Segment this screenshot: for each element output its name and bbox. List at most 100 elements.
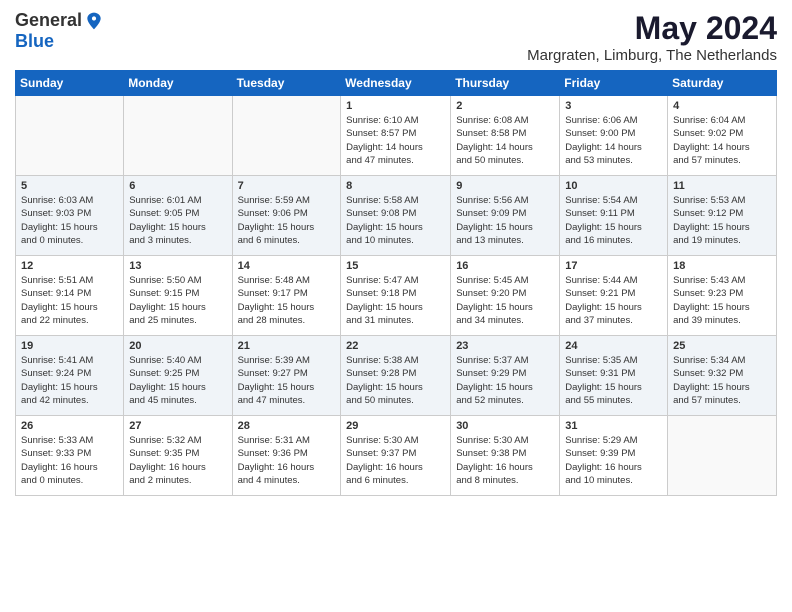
table-row: 11 Sunrise: 5:53 AMSunset: 9:12 PMDayligh… [668,176,777,256]
calendar-header-row: Sunday Monday Tuesday Wednesday Thursday… [16,71,777,96]
header-tuesday: Tuesday [232,71,341,96]
day-info: Sunrise: 5:37 AMSunset: 9:29 PMDaylight:… [456,354,554,407]
table-row: 17 Sunrise: 5:44 AMSunset: 9:21 PMDayligh… [560,256,668,336]
table-row: 9 Sunrise: 5:56 AMSunset: 9:09 PMDaylight… [451,176,560,256]
table-row: 8Sunrise: 5:58 AMSunset: 9:08 PMDaylight… [341,176,451,256]
table-row: 31Sunrise: 5:29 AMSunset: 9:39 PMDayligh… [560,416,668,496]
day-number: 26 [21,420,118,432]
day-info: Sunrise: 6:10 AMSunset: 8:57 PMDaylight:… [346,114,445,167]
day-number: 27 [129,420,226,432]
day-info: Sunrise: 6:08 AMSunset: 8:58 PMDaylight:… [456,114,554,167]
logo-blue: Blue [15,31,54,52]
table-row: 15Sunrise: 5:47 AMSunset: 9:18 PMDayligh… [341,256,451,336]
header-monday: Monday [124,71,232,96]
table-row: 12 Sunrise: 5:51 AMSunset: 9:14 PMDayligh… [16,256,124,336]
calendar-week-row: 5 Sunrise: 6:03 AMSunset: 9:03 PMDaylight… [16,176,777,256]
table-row: 20Sunrise: 5:40 AMSunset: 9:25 PMDayligh… [124,336,232,416]
day-info: Sunrise: 5:43 AMSunset: 9:23 PMDaylight:… [673,274,771,327]
table-row [124,96,232,176]
day-number: 13 [129,260,226,272]
day-number: 16 [456,260,554,272]
table-row: 23Sunrise: 5:37 AMSunset: 9:29 PMDayligh… [451,336,560,416]
day-info: Sunrise: 5:56 AMSunset: 9:09 PMDaylight:… [456,194,554,247]
table-row [16,96,124,176]
day-number: 14 [238,260,336,272]
month-year: May 2024 [527,10,777,47]
day-info: Sunrise: 6:03 AMSunset: 9:03 PMDaylight:… [21,194,118,247]
day-number: 19 [21,340,118,352]
table-row: 2 Sunrise: 6:08 AMSunset: 8:58 PMDaylight… [451,96,560,176]
table-row: 6 Sunrise: 6:01 AMSunset: 9:05 PMDaylight… [124,176,232,256]
table-row: 24 Sunrise: 5:35 AMSunset: 9:31 PMDayligh… [560,336,668,416]
day-info: Sunrise: 5:31 AMSunset: 9:36 PMDaylight:… [238,434,336,487]
day-info: Sunrise: 6:04 AMSunset: 9:02 PMDaylight:… [673,114,771,167]
day-info: Sunrise: 5:50 AMSunset: 9:15 PMDaylight:… [129,274,226,327]
calendar-page: General Blue May 2024 Margraten, Limburg… [0,0,792,511]
day-number: 12 [21,260,118,272]
day-number: 17 [565,260,662,272]
day-info: Sunrise: 5:44 AMSunset: 9:21 PMDaylight:… [565,274,662,327]
day-info: Sunrise: 5:47 AMSunset: 9:18 PMDaylight:… [346,274,445,327]
table-row: 7 Sunrise: 5:59 AMSunset: 9:06 PMDaylight… [232,176,341,256]
header-sunday: Sunday [16,71,124,96]
day-number: 10 [565,180,662,192]
table-row: 21 Sunrise: 5:39 AMSunset: 9:27 PMDayligh… [232,336,341,416]
calendar-table: Sunday Monday Tuesday Wednesday Thursday… [15,70,777,496]
day-info: Sunrise: 5:39 AMSunset: 9:27 PMDaylight:… [238,354,336,407]
logo-general: General [15,10,82,31]
header-thursday: Thursday [451,71,560,96]
day-number: 11 [673,180,771,192]
day-number: 8 [346,180,445,192]
header-friday: Friday [560,71,668,96]
header-wednesday: Wednesday [341,71,451,96]
day-number: 28 [238,420,336,432]
calendar-week-row: 1 Sunrise: 6:10 AMSunset: 8:57 PMDaylight… [16,96,777,176]
day-number: 5 [21,180,118,192]
day-number: 22 [346,340,445,352]
day-info: Sunrise: 5:35 AMSunset: 9:31 PMDaylight:… [565,354,662,407]
day-info: Sunrise: 5:41 AMSunset: 9:24 PMDaylight:… [21,354,118,407]
day-info: Sunrise: 6:06 AMSunset: 9:00 PMDaylight:… [565,114,662,167]
table-row: 30Sunrise: 5:30 AMSunset: 9:38 PMDayligh… [451,416,560,496]
table-row: 16Sunrise: 5:45 AMSunset: 9:20 PMDayligh… [451,256,560,336]
day-number: 24 [565,340,662,352]
table-row: 26 Sunrise: 5:33 AMSunset: 9:33 PMDayligh… [16,416,124,496]
day-number: 18 [673,260,771,272]
day-number: 9 [456,180,554,192]
table-row: 13 Sunrise: 5:50 AMSunset: 9:15 PMDayligh… [124,256,232,336]
table-row [232,96,341,176]
table-row: 3 Sunrise: 6:06 AMSunset: 9:00 PMDaylight… [560,96,668,176]
day-info: Sunrise: 5:48 AMSunset: 9:17 PMDaylight:… [238,274,336,327]
calendar-week-row: 26 Sunrise: 5:33 AMSunset: 9:33 PMDayligh… [16,416,777,496]
day-number: 3 [565,100,662,112]
day-number: 6 [129,180,226,192]
day-info: Sunrise: 5:51 AMSunset: 9:14 PMDaylight:… [21,274,118,327]
table-row: 1 Sunrise: 6:10 AMSunset: 8:57 PMDaylight… [341,96,451,176]
table-row [668,416,777,496]
logo-text: General [15,10,104,31]
day-info: Sunrise: 5:53 AMSunset: 9:12 PMDaylight:… [673,194,771,247]
table-row: 10Sunrise: 5:54 AMSunset: 9:11 PMDayligh… [560,176,668,256]
day-info: Sunrise: 5:32 AMSunset: 9:35 PMDaylight:… [129,434,226,487]
logo: General Blue [15,10,104,52]
day-info: Sunrise: 5:33 AMSunset: 9:33 PMDaylight:… [21,434,118,487]
day-number: 4 [673,100,771,112]
day-number: 30 [456,420,554,432]
day-number: 7 [238,180,336,192]
day-number: 29 [346,420,445,432]
day-info: Sunrise: 5:40 AMSunset: 9:25 PMDaylight:… [129,354,226,407]
table-row: 19 Sunrise: 5:41 AMSunset: 9:24 PMDayligh… [16,336,124,416]
day-number: 21 [238,340,336,352]
day-info: Sunrise: 5:38 AMSunset: 9:28 PMDaylight:… [346,354,445,407]
table-row: 29 Sunrise: 5:30 AMSunset: 9:37 PMDayligh… [341,416,451,496]
day-info: Sunrise: 5:59 AMSunset: 9:06 PMDaylight:… [238,194,336,247]
day-number: 2 [456,100,554,112]
logo-icon [84,11,104,31]
table-row: 27 Sunrise: 5:32 AMSunset: 9:35 PMDayligh… [124,416,232,496]
day-number: 1 [346,100,445,112]
table-row: 25Sunrise: 5:34 AMSunset: 9:32 PMDayligh… [668,336,777,416]
day-info: Sunrise: 6:01 AMSunset: 9:05 PMDaylight:… [129,194,226,247]
day-number: 25 [673,340,771,352]
day-info: Sunrise: 5:30 AMSunset: 9:37 PMDaylight:… [346,434,445,487]
calendar-week-row: 19 Sunrise: 5:41 AMSunset: 9:24 PMDayligh… [16,336,777,416]
